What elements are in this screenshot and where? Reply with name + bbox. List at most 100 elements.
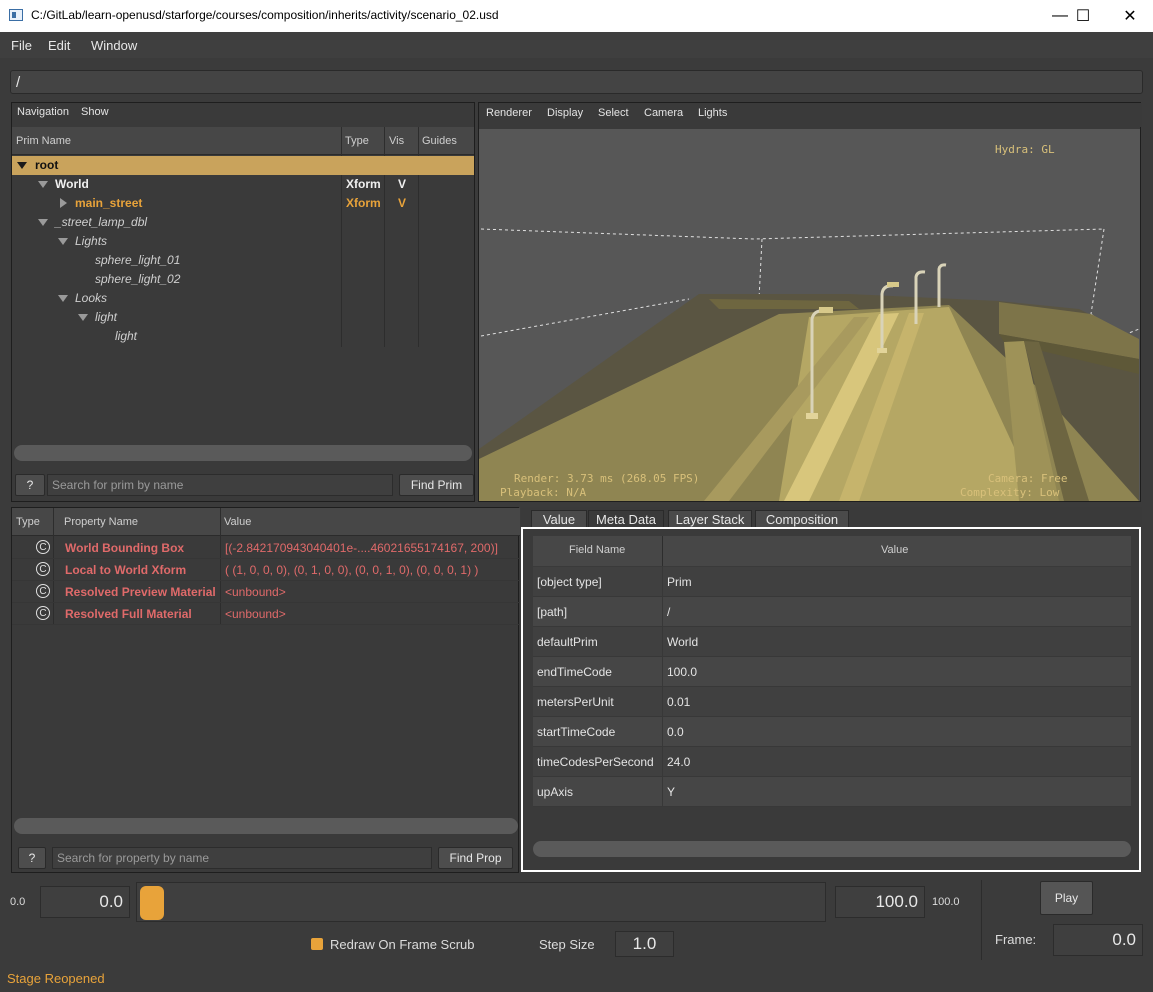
- expand-icon[interactable]: [78, 314, 88, 321]
- menu-edit[interactable]: Edit: [48, 38, 70, 53]
- time-slider-handle[interactable]: [140, 886, 164, 920]
- col-prop-value[interactable]: Value: [224, 516, 251, 528]
- tree-row-sphere-light-01[interactable]: sphere_light_01: [12, 251, 474, 270]
- tab-meta-data[interactable]: Meta Data: [588, 510, 664, 528]
- prim-help-button[interactable]: ?: [15, 474, 45, 496]
- show-menu[interactable]: Show: [81, 106, 109, 118]
- lights-menu[interactable]: Lights: [698, 107, 727, 119]
- prim-name: root: [35, 158, 59, 172]
- expand-icon[interactable]: [17, 162, 27, 169]
- redraw-checkbox[interactable]: [311, 938, 323, 950]
- prim-type: Xform: [346, 196, 381, 210]
- col-guides[interactable]: Guides: [422, 135, 457, 147]
- metadata-row[interactable]: endTimeCode 100.0: [533, 657, 1131, 687]
- field-value: /: [667, 605, 671, 619]
- tree-row-sphere-light-02[interactable]: sphere_light_02: [12, 270, 474, 289]
- metadata-scrollbar[interactable]: [533, 841, 1131, 857]
- tab-value[interactable]: Value: [531, 510, 587, 528]
- col-type[interactable]: Type: [345, 135, 369, 147]
- field-name: timeCodesPerSecond: [537, 755, 654, 769]
- col-field-value[interactable]: Value: [881, 544, 908, 556]
- prim-name: Looks: [75, 291, 108, 305]
- tree-row-street-lamp[interactable]: _street_lamp_dbl: [12, 213, 474, 232]
- property-name: Local to World Xform: [65, 563, 187, 577]
- property-row[interactable]: C Local to World Xform ( (1, 0, 0, 0), (…: [12, 559, 520, 581]
- prim-browser-toolbar: Navigation Show: [12, 103, 474, 125]
- field-name: startTimeCode: [537, 725, 616, 739]
- prim-name: sphere_light_02: [95, 272, 181, 286]
- property-scrollbar[interactable]: [14, 818, 518, 834]
- prim-vis-toggle[interactable]: V: [398, 196, 406, 210]
- tree-row-looks[interactable]: Looks: [12, 289, 474, 308]
- status-message: Stage Reopened: [7, 971, 105, 986]
- field-value: 24.0: [667, 755, 691, 769]
- navigation-menu[interactable]: Navigation: [17, 106, 69, 118]
- metadata-row[interactable]: timeCodesPerSecond 24.0: [533, 747, 1131, 777]
- prim-vis-toggle[interactable]: V: [398, 177, 406, 191]
- step-size-field[interactable]: 1.0: [615, 931, 674, 957]
- renderer-menu[interactable]: Renderer: [486, 107, 532, 119]
- property-row[interactable]: C Resolved Full Material <unbound>: [12, 603, 520, 625]
- tree-row-world[interactable]: World Xform V: [12, 175, 474, 194]
- find-prim-button[interactable]: Find Prim: [399, 474, 474, 496]
- field-value: Y: [667, 785, 676, 799]
- property-row[interactable]: C Resolved Preview Material <unbound>: [12, 581, 520, 603]
- computed-property-icon: C: [36, 540, 50, 554]
- prim-search-input[interactable]: Search for prim by name: [47, 474, 393, 496]
- property-search-input[interactable]: Search for property by name: [52, 847, 432, 869]
- property-help-button[interactable]: ?: [18, 847, 46, 869]
- viewport-scene[interactable]: [479, 129, 1140, 501]
- metadata-header: Field Name Value: [533, 536, 1131, 566]
- field-name: defaultPrim: [537, 635, 598, 649]
- tree-row-root[interactable]: root: [12, 156, 474, 175]
- prim-tree-scrollbar[interactable]: [14, 445, 472, 461]
- camera-menu[interactable]: Camera: [644, 107, 683, 119]
- hud-renderer: Hydra: GL: [995, 143, 1055, 156]
- time-max-label: 100.0: [932, 896, 960, 908]
- property-value: <unbound>: [225, 607, 286, 621]
- computed-property-icon: C: [36, 584, 50, 598]
- collapse-icon[interactable]: [60, 198, 67, 208]
- metadata-table-frame: Field Name Value [object type] Prim [path…: [521, 527, 1141, 872]
- metadata-row[interactable]: defaultPrim World: [533, 627, 1131, 657]
- col-prim-name[interactable]: Prim Name: [16, 135, 71, 147]
- play-button[interactable]: Play: [1040, 881, 1093, 915]
- find-prop-button[interactable]: Find Prop: [438, 847, 513, 869]
- property-value: [(-2.842170943040401e-....46021655174167…: [225, 541, 498, 555]
- col-field-name[interactable]: Field Name: [569, 544, 625, 556]
- close-icon: ✕: [1123, 8, 1137, 25]
- end-time-field[interactable]: 100.0: [835, 886, 925, 918]
- metadata-row[interactable]: upAxis Y: [533, 777, 1131, 807]
- close-button[interactable]: ✕: [1107, 0, 1153, 32]
- metadata-row[interactable]: [object type] Prim: [533, 567, 1131, 597]
- tree-row-lights[interactable]: Lights: [12, 232, 474, 251]
- property-row[interactable]: C World Bounding Box [(-2.84217094304040…: [12, 537, 520, 559]
- frame-field[interactable]: 0.0: [1053, 924, 1143, 956]
- tab-composition[interactable]: Composition: [755, 510, 849, 528]
- display-menu[interactable]: Display: [547, 107, 583, 119]
- col-prop-type[interactable]: Type: [16, 516, 40, 528]
- tree-row-light-shader[interactable]: light: [12, 327, 474, 346]
- prim-path-field[interactable]: /: [10, 70, 1143, 94]
- col-vis[interactable]: Vis: [389, 135, 404, 147]
- expand-icon[interactable]: [38, 219, 48, 226]
- property-value: <unbound>: [225, 585, 286, 599]
- expand-icon[interactable]: [38, 181, 48, 188]
- property-header: Type Property Name Value: [12, 508, 520, 536]
- menu-file[interactable]: File: [11, 38, 32, 53]
- expand-icon[interactable]: [58, 238, 68, 245]
- metadata-row[interactable]: startTimeCode 0.0: [533, 717, 1131, 747]
- select-menu[interactable]: Select: [598, 107, 629, 119]
- time-slider[interactable]: [136, 882, 826, 922]
- metadata-row[interactable]: [path] /: [533, 597, 1131, 627]
- maximize-button[interactable]: ☐: [1060, 0, 1106, 32]
- viewport-panel: Renderer Display Select Camera Lights Hy…: [478, 102, 1142, 502]
- col-property-name[interactable]: Property Name: [64, 516, 138, 528]
- menu-window[interactable]: Window: [91, 38, 137, 53]
- metadata-row[interactable]: metersPerUnit 0.01: [533, 687, 1131, 717]
- start-time-field[interactable]: 0.0: [40, 886, 130, 918]
- tab-layer-stack[interactable]: Layer Stack: [668, 510, 752, 528]
- tree-row-light-material[interactable]: light: [12, 308, 474, 327]
- expand-icon[interactable]: [58, 295, 68, 302]
- tree-row-main-street[interactable]: main_street Xform V: [12, 194, 474, 213]
